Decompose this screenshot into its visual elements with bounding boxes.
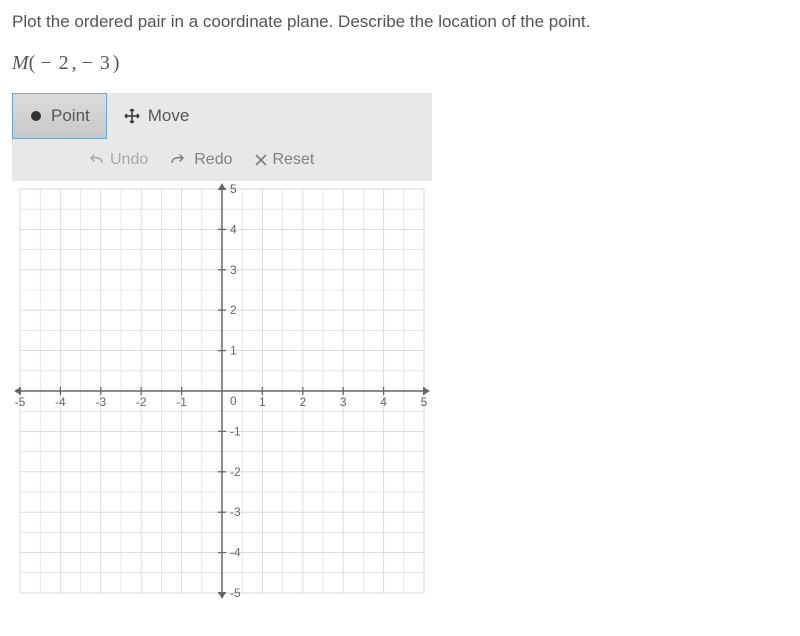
tab-point-label: Point xyxy=(51,106,90,126)
svg-text:-2: -2 xyxy=(136,395,147,409)
svg-text:1: 1 xyxy=(230,343,237,357)
redo-button[interactable]: Redo xyxy=(170,151,232,169)
tab-move[interactable]: Move xyxy=(107,93,207,139)
point-letter: M xyxy=(12,52,29,74)
svg-text:2: 2 xyxy=(230,303,237,317)
svg-text:-5: -5 xyxy=(15,395,26,409)
svg-text:5: 5 xyxy=(230,182,237,196)
tab-point[interactable]: Point xyxy=(12,93,107,139)
dot-icon xyxy=(29,109,43,123)
move-icon xyxy=(124,108,140,124)
svg-text:5: 5 xyxy=(421,395,428,409)
plot-tool: Point Move Undo xyxy=(12,93,432,601)
tool-actions: Undo Redo Reset xyxy=(12,139,432,181)
svg-text:3: 3 xyxy=(230,263,237,277)
svg-text:3: 3 xyxy=(340,395,347,409)
svg-text:4: 4 xyxy=(380,395,387,409)
svg-text:2: 2 xyxy=(299,395,306,409)
svg-text:-1: -1 xyxy=(176,395,187,409)
tab-move-label: Move xyxy=(148,106,190,126)
svg-text:-5: -5 xyxy=(230,586,241,600)
graph-svg[interactable]: -5 -4 -3 -2 -1 0 1 2 3 4 5 -5 -4 -3 -2 -1 1 2 3 4 5 xyxy=(12,181,432,601)
svg-text:-3: -3 xyxy=(95,395,106,409)
point-close: ) xyxy=(113,52,121,74)
svg-text:0: 0 xyxy=(230,394,237,408)
svg-text:1: 1 xyxy=(259,395,266,409)
svg-text:-3: -3 xyxy=(230,505,241,519)
svg-text:-2: -2 xyxy=(230,465,241,479)
tool-tabs: Point Move xyxy=(12,93,432,139)
svg-text:4: 4 xyxy=(230,222,237,236)
point-open: ( xyxy=(29,52,37,74)
point-expression: M(− 2,− 3) xyxy=(12,52,788,75)
close-icon xyxy=(255,154,267,166)
reset-label: Reset xyxy=(273,151,315,169)
svg-text:-4: -4 xyxy=(55,395,66,409)
redo-icon xyxy=(170,154,188,166)
coordinate-plane[interactable]: -5 -4 -3 -2 -1 0 1 2 3 4 5 -5 -4 -3 -2 -1 1 2 3 4 5 xyxy=(12,181,432,601)
redo-label: Redo xyxy=(194,151,232,169)
undo-label: Undo xyxy=(110,151,148,169)
reset-button[interactable]: Reset xyxy=(255,151,315,169)
svg-text:-1: -1 xyxy=(230,424,241,438)
point-y: − 3 xyxy=(78,52,113,75)
svg-text:-4: -4 xyxy=(230,545,241,559)
question-text: Plot the ordered pair in a coordinate pl… xyxy=(12,10,788,34)
undo-button[interactable]: Undo xyxy=(86,151,148,169)
undo-icon xyxy=(86,154,104,166)
point-x: − 2 xyxy=(36,52,71,75)
